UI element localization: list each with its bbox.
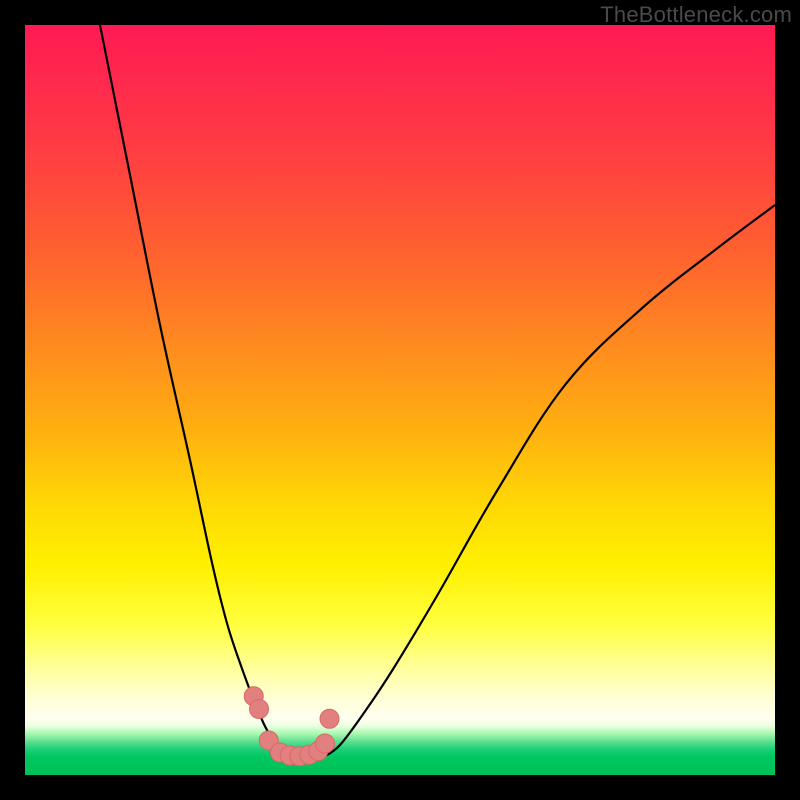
chart-frame: TheBottleneck.com	[0, 0, 800, 800]
markers-group	[244, 687, 339, 766]
marker-dot	[250, 700, 269, 719]
curve-right	[325, 205, 775, 756]
marker-dot	[316, 734, 335, 753]
plot-area	[25, 25, 775, 775]
marker-dot	[320, 709, 339, 728]
curve-left	[100, 25, 288, 756]
curves-svg	[25, 25, 775, 775]
